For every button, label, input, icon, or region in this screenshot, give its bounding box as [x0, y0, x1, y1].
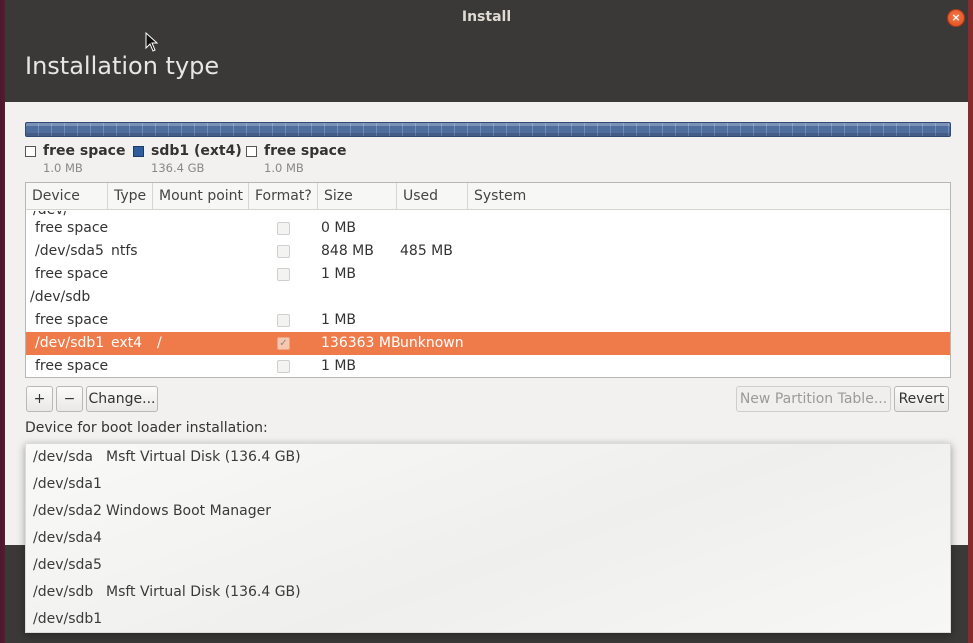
- table-row[interactable]: free space 1 MB: [26, 355, 950, 377]
- partition-table[interactable]: Device Type Mount point Format? Size Use…: [25, 182, 951, 378]
- format-checkbox[interactable]: [277, 360, 290, 373]
- legend-size: 1.0 MB: [264, 161, 304, 175]
- installer-window: Install × Installation type free space 1…: [5, 0, 968, 643]
- cell-type: ext4: [111, 335, 143, 351]
- legend-size: 136.4 GB: [151, 161, 205, 175]
- dropdown-option[interactable]: /dev/sdb1: [26, 606, 950, 633]
- cell-type: ntfs: [111, 243, 138, 259]
- page-title: Installation type: [25, 52, 220, 80]
- cell-device: free space: [35, 312, 109, 328]
- cell-device: /dev/sda5: [35, 243, 104, 259]
- column-header-device[interactable]: Device: [26, 183, 108, 210]
- mouse-pointer-icon: [145, 32, 159, 52]
- table-body: /dev/ free space0 MB/dev/sda5ntfs848 MB4…: [26, 211, 950, 377]
- cell-size: 1 MB: [321, 358, 357, 374]
- legend-name: free space: [43, 143, 126, 159]
- remove-partition-button[interactable]: −: [56, 386, 83, 412]
- add-partition-button[interactable]: +: [26, 386, 53, 412]
- window-header: Install × Installation type: [5, 0, 968, 102]
- cell-device: free space: [35, 358, 109, 374]
- option-device: /dev/sda1: [33, 476, 102, 492]
- option-device: /dev/sda5: [33, 557, 102, 573]
- cell-used: unknown: [400, 335, 464, 351]
- option-description: Msft Virtual Disk (136.4 GB): [106, 584, 301, 600]
- bootloader-label: Device for boot loader installation:: [25, 420, 268, 436]
- dropdown-option[interactable]: /dev/sda4: [26, 525, 950, 552]
- cell-used: 485 MB: [400, 243, 453, 259]
- table-row[interactable]: free space 1 MB: [26, 309, 950, 332]
- cell-device: /dev/sdb1: [35, 335, 105, 351]
- cell-size: 1 MB: [321, 312, 357, 328]
- column-header-size[interactable]: Size: [318, 183, 397, 210]
- legend-swatch-icon: [133, 146, 144, 157]
- cell-size: 1 MB: [321, 266, 357, 282]
- cell-mount-point: /: [157, 335, 162, 351]
- cell-device: /dev/sdb: [30, 289, 91, 305]
- column-header-mount-point[interactable]: Mount point: [153, 183, 249, 210]
- dropdown-option[interactable]: /dev/sda2 Windows Boot Manager: [26, 498, 950, 525]
- bootloader-device-dropdown-list[interactable]: /dev/sda Msft Virtual Disk (136.4 GB)/dev…: [25, 443, 951, 633]
- legend-name: sdb1 (ext4): [151, 143, 242, 159]
- legend-name: free space: [264, 143, 347, 159]
- format-checkbox[interactable]: [277, 268, 290, 281]
- table-row[interactable]: /dev/sdb1 ext4 / ✓ 136363 MB unknown: [26, 332, 950, 355]
- dropdown-option[interactable]: /dev/sda Msft Virtual Disk (136.4 GB): [26, 444, 950, 471]
- column-header-format[interactable]: Format?: [249, 183, 318, 210]
- option-device: /dev/sdb1: [33, 611, 103, 627]
- cell-size: 0 MB: [321, 220, 357, 236]
- dropdown-option[interactable]: /dev/sda1: [26, 471, 950, 498]
- format-checkbox[interactable]: [277, 245, 290, 258]
- format-checkbox[interactable]: [277, 222, 290, 235]
- legend-size: 1.0 MB: [43, 161, 83, 175]
- dropdown-option[interactable]: /dev/sdb Msft Virtual Disk (136.4 GB): [26, 579, 950, 606]
- option-description: Msft Virtual Disk (136.4 GB): [106, 449, 301, 465]
- dropdown-option[interactable]: /dev/sda5: [26, 552, 950, 579]
- table-row[interactable]: free space 0 MB: [26, 217, 950, 240]
- cell-size: 136363 MB: [321, 335, 401, 351]
- window-title: Install: [461, 9, 512, 25]
- legend-swatch-icon: [25, 146, 36, 157]
- change-button[interactable]: Change...: [86, 386, 158, 412]
- table-row[interactable]: free space 1 MB: [26, 263, 950, 286]
- revert-button[interactable]: Revert: [894, 386, 949, 412]
- table-row[interactable]: /dev/sda5 ntfs 848 MB 485 MB: [26, 240, 950, 263]
- new-partition-table-button[interactable]: New Partition Table...: [736, 386, 891, 412]
- close-icon[interactable]: ×: [947, 9, 965, 27]
- table-row[interactable]: /dev/sdb: [26, 286, 950, 309]
- column-header-used[interactable]: Used: [397, 183, 468, 210]
- option-device: /dev/sdb: [33, 584, 94, 600]
- format-checkbox-checked[interactable]: ✓: [277, 337, 290, 350]
- option-device: /dev/sda2: [33, 503, 102, 519]
- cell-device: free space: [35, 266, 109, 282]
- option-device: /dev/sda4: [33, 530, 102, 546]
- format-checkbox[interactable]: [277, 314, 290, 327]
- column-header-system[interactable]: System: [468, 183, 950, 210]
- cell-size: 848 MB: [321, 243, 374, 259]
- option-device: /dev/sda: [33, 449, 93, 465]
- table-header: Device Type Mount point Format? Size Use…: [26, 183, 950, 210]
- partition-bar: [25, 122, 951, 137]
- column-header-type[interactable]: Type: [108, 183, 153, 210]
- option-description: Windows Boot Manager: [106, 503, 271, 519]
- legend-swatch-icon: [246, 146, 257, 157]
- cell-device: free space: [35, 220, 109, 236]
